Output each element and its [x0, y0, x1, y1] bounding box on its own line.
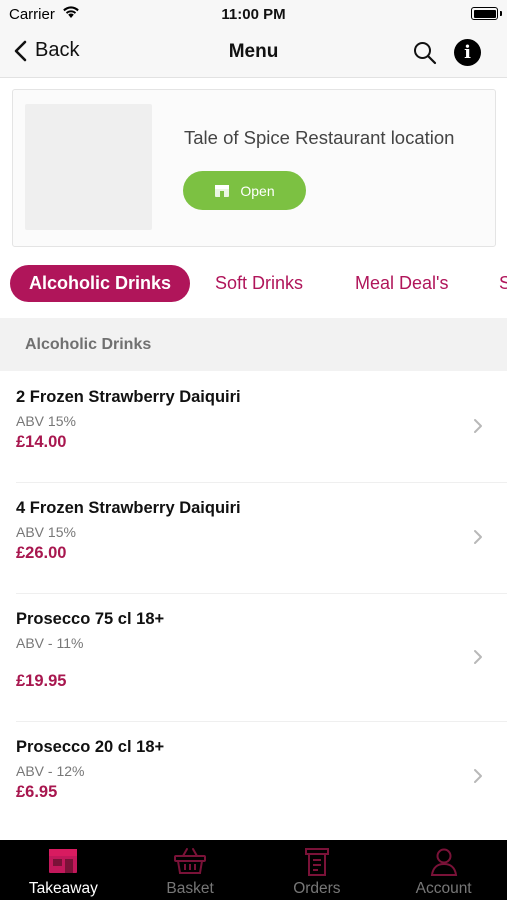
- tab-account[interactable]: Account: [380, 840, 507, 900]
- receipt-icon: [304, 848, 329, 876]
- menu-item[interactable]: 4 Frozen Strawberry Daiquiri ABV 15% £26…: [0, 482, 507, 593]
- menu-item[interactable]: Prosecco 20 cl 18+ ABV - 12% £6.95: [0, 721, 507, 840]
- navigation-bar: Back Menu i: [0, 28, 507, 78]
- menu-item[interactable]: 2 Frozen Strawberry Daiquiri ABV 15% £14…: [0, 371, 507, 482]
- store-icon: [49, 849, 78, 873]
- tab-label: Orders: [293, 880, 341, 897]
- battery-icon: [471, 7, 498, 20]
- category-tab-partial[interactable]: S: [499, 265, 507, 302]
- store-icon: [215, 184, 230, 197]
- item-description: ABV 15%: [16, 413, 76, 429]
- open-status-button[interactable]: Open: [183, 171, 306, 210]
- restaurant-name: Tale of Spice Restaurant location: [184, 127, 455, 148]
- item-description: ABV - 11%: [16, 635, 84, 651]
- category-tab-meal-deals[interactable]: Meal Deal's: [355, 265, 448, 302]
- restaurant-image-placeholder: [25, 104, 152, 230]
- category-tabs: Alcoholic Drinks Soft Drinks Meal Deal's…: [0, 258, 507, 310]
- person-icon: [430, 848, 457, 876]
- basket-icon: [174, 848, 207, 874]
- chevron-right-icon: [474, 419, 482, 433]
- chevron-right-icon: [474, 650, 482, 664]
- tab-takeaway[interactable]: Takeaway: [0, 840, 127, 900]
- restaurant-card: Tale of Spice Restaurant location Open: [12, 89, 496, 247]
- bottom-tab-bar: Takeaway Basket Orders Account: [0, 840, 507, 900]
- info-icon[interactable]: i: [454, 39, 481, 66]
- item-price: £26.00: [16, 544, 67, 562]
- clock: 11:00 PM: [221, 6, 286, 23]
- section-title: Alcoholic Drinks: [25, 336, 152, 353]
- menu-item[interactable]: Prosecco 75 cl 18+ ABV - 11% £19.95: [0, 593, 507, 721]
- tab-orders[interactable]: Orders: [254, 840, 381, 900]
- item-price: £19.95: [16, 672, 67, 690]
- item-price: £6.95: [16, 783, 58, 801]
- item-name: 2 Frozen Strawberry Daiquiri: [16, 388, 241, 406]
- tab-label: Basket: [166, 880, 214, 897]
- item-description: ABV 15%: [16, 524, 76, 540]
- open-status-label: Open: [240, 182, 275, 199]
- category-tab-soft-drinks[interactable]: Soft Drinks: [215, 265, 303, 302]
- tab-basket[interactable]: Basket: [127, 840, 254, 900]
- battery-cap: [500, 11, 502, 16]
- tab-label: Account: [415, 880, 472, 897]
- tab-label: Takeaway: [28, 880, 98, 897]
- chevron-right-icon: [474, 530, 482, 544]
- category-tab-alcoholic-drinks[interactable]: Alcoholic Drinks: [10, 265, 191, 302]
- item-price: £14.00: [16, 433, 67, 451]
- status-bar: Carrier 11:00 PM: [0, 0, 507, 28]
- chevron-right-icon: [474, 769, 482, 783]
- search-icon[interactable]: [412, 40, 438, 66]
- section-header: Alcoholic Drinks: [0, 318, 507, 371]
- item-description: ABV - 12%: [16, 763, 85, 779]
- item-name: Prosecco 20 cl 18+: [16, 738, 165, 756]
- item-name: 4 Frozen Strawberry Daiquiri: [16, 499, 241, 517]
- item-name: Prosecco 75 cl 18+: [16, 610, 165, 628]
